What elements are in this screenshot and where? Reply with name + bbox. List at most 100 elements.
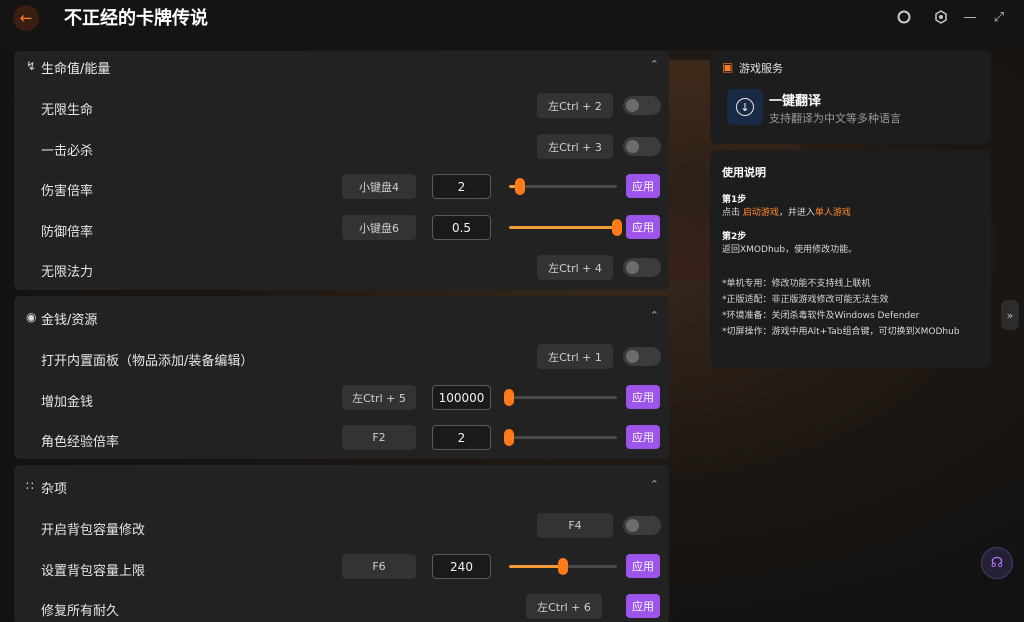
hotkey-button[interactable]: F4 xyxy=(537,513,613,538)
apply-button[interactable]: 应用 xyxy=(626,215,660,239)
row-label: 无限法力 xyxy=(41,265,94,280)
maximize-icon[interactable]: ⤢ xyxy=(991,9,1007,25)
step2-title: 第2步 xyxy=(722,232,747,242)
toggle-switch[interactable] xyxy=(623,516,661,535)
service-title: 游戏服务 xyxy=(739,62,783,75)
row-infinite-mana: 无限法力 左Ctrl + 4 xyxy=(14,250,669,290)
translate-button[interactable]: ↓ xyxy=(727,89,763,125)
slider-thumb[interactable] xyxy=(514,178,525,195)
arrow-left-icon: ← xyxy=(19,9,33,27)
step1-prefix: 点击 xyxy=(722,208,743,218)
chevron-up-icon[interactable]: ⌃ xyxy=(650,58,659,71)
row-label: 开启背包容量修改 xyxy=(41,523,146,538)
value-slider[interactable] xyxy=(509,558,617,575)
toggle-switch[interactable] xyxy=(623,137,661,156)
section-money: ◉ 金钱/资源 ⌃ 打开内置面板（物品添加/装备编辑） 左Ctrl + 1 增加… xyxy=(14,296,669,459)
row-label: 一击必杀 xyxy=(41,144,94,159)
apply-button[interactable]: 应用 xyxy=(626,554,660,578)
slider-thumb[interactable] xyxy=(558,558,568,575)
row-add-money: 增加金钱 左Ctrl + 5 100000 应用 xyxy=(14,380,669,420)
row-one-hit-kill: 一击必杀 左Ctrl + 3 xyxy=(14,129,669,169)
chevron-right-icon: » xyxy=(1006,308,1014,322)
value-slider[interactable] xyxy=(504,429,617,446)
apply-button[interactable]: 应用 xyxy=(626,174,660,198)
note-item: *切屏操作：游戏中用Alt+Tab组合键，可切换到XMODhub xyxy=(722,327,960,337)
hotkey-button[interactable]: 小键盘4 xyxy=(342,174,416,199)
note-item: *单机专用：修改功能不支持线上联机 xyxy=(722,279,871,289)
apply-button[interactable]: 应用 xyxy=(626,425,660,449)
support-button[interactable]: ☊ xyxy=(981,547,1013,579)
translate-title[interactable]: 一键翻译 xyxy=(769,90,821,109)
chevron-up-icon[interactable]: ⌃ xyxy=(650,478,659,491)
launch-game-link[interactable]: 启动游戏 xyxy=(743,208,779,218)
section-header[interactable]: ↯ 生命值/能量 ⌃ xyxy=(14,51,669,81)
game-service-card: ▣ 游戏服务 ↓ 一键翻译 支持翻译为中文等多种语言 xyxy=(710,50,991,144)
row-defense-multiplier: 防御倍率 小键盘6 0.5 应用 xyxy=(14,210,669,250)
hotkey-button[interactable]: F6 xyxy=(342,554,416,579)
row-label: 伤害倍率 xyxy=(41,184,94,199)
expand-panel-button[interactable]: » xyxy=(1001,300,1019,330)
step1-text: 点击 启动游戏，并进入单人游戏 xyxy=(722,205,851,218)
apply-button[interactable]: 应用 xyxy=(626,385,660,409)
toggle-switch[interactable] xyxy=(623,96,661,115)
row-exp-multiplier: 角色经验倍率 F2 2 应用 xyxy=(14,420,669,460)
hotkey-button[interactable]: 左Ctrl + 6 xyxy=(526,594,602,619)
note-item: *环境准备：关闭杀毒软件及Windows Defender xyxy=(722,311,920,321)
row-label: 设置背包容量上限 xyxy=(41,564,146,579)
minimize-icon[interactable]: — xyxy=(962,9,978,25)
back-button[interactable]: ← xyxy=(13,5,39,31)
translate-subtitle: 支持翻译为中文等多种语言 xyxy=(769,112,901,125)
toggle-switch[interactable] xyxy=(623,347,661,366)
section-health: ↯ 生命值/能量 ⌃ 无限生命 左Ctrl + 2 一击必杀 左Ctrl + 3… xyxy=(14,51,669,290)
settings-icon[interactable] xyxy=(933,9,949,25)
hotkey-button[interactable]: 左Ctrl + 1 xyxy=(537,344,613,369)
value-input[interactable]: 240 xyxy=(432,554,491,579)
chevron-up-icon[interactable]: ⌃ xyxy=(650,309,659,322)
row-backpack-toggle: 开启背包容量修改 F4 xyxy=(14,508,669,548)
value-input[interactable]: 100000 xyxy=(432,385,491,410)
apply-button[interactable]: 应用 xyxy=(626,594,660,618)
app-window: ← 不正经的卡牌传说 — ⤢ ↯ 生命值/能量 ⌃ 无限生命 左Ctrl + 2… xyxy=(0,0,1024,622)
row-label: 角色经验倍率 xyxy=(41,435,120,450)
note-item: *正版适配：非正版游戏修改可能无法生效 xyxy=(722,295,889,305)
hotkey-button[interactable]: 小键盘6 xyxy=(342,215,416,240)
hotkey-button[interactable]: 左Ctrl + 4 xyxy=(537,255,613,280)
value-input[interactable]: 2 xyxy=(432,174,491,199)
hotkey-button[interactable]: 左Ctrl + 2 xyxy=(537,93,613,118)
lightning-icon: ↯ xyxy=(26,59,37,73)
step1-title: 第1步 xyxy=(722,195,747,205)
slider-thumb[interactable] xyxy=(504,389,514,406)
slider-thumb[interactable] xyxy=(504,429,514,446)
step1-middle: ，并进入 xyxy=(778,208,815,218)
row-label: 防御倍率 xyxy=(41,225,94,240)
row-label: 增加金钱 xyxy=(41,395,94,410)
row-label: 打开内置面板（物品添加/装备编辑） xyxy=(41,354,254,369)
value-slider[interactable] xyxy=(509,219,622,236)
help-title: 使用说明 xyxy=(722,166,766,179)
value-slider[interactable] xyxy=(504,389,617,406)
value-input[interactable]: 0.5 xyxy=(432,215,491,240)
value-slider[interactable] xyxy=(509,178,617,195)
headset-icon: ☊ xyxy=(990,555,1004,571)
row-damage-multiplier: 伤害倍率 小键盘4 2 应用 xyxy=(14,169,669,209)
section-header[interactable]: ∷ 杂项 ⌃ xyxy=(14,471,669,501)
row-infinite-health: 无限生命 左Ctrl + 2 xyxy=(14,88,669,128)
download-icon: ↓ xyxy=(736,98,754,116)
user-icon[interactable] xyxy=(896,9,912,25)
section-title: 杂项 xyxy=(41,482,68,497)
toggle-switch[interactable] xyxy=(623,258,661,277)
hotkey-button[interactable]: 左Ctrl + 3 xyxy=(537,134,613,159)
slider-fill xyxy=(509,565,563,568)
row-repair-durability: 修复所有耐久 左Ctrl + 6 应用 xyxy=(14,589,669,622)
slider-thumb[interactable] xyxy=(612,219,622,236)
usage-instructions-card: 使用说明 第1步 点击 启动游戏，并进入单人游戏 第2步 返回XMODhub，使… xyxy=(710,150,991,368)
page-title: 不正经的卡牌传说 xyxy=(64,8,208,29)
hotkey-button[interactable]: F2 xyxy=(342,425,416,450)
single-player-link[interactable]: 单人游戏 xyxy=(815,208,851,218)
row-open-panel: 打开内置面板（物品添加/装备编辑） 左Ctrl + 1 xyxy=(14,339,669,379)
section-header[interactable]: ◉ 金钱/资源 ⌃ xyxy=(14,302,669,332)
grid-icon: ∷ xyxy=(26,479,34,493)
hotkey-button[interactable]: 左Ctrl + 5 xyxy=(342,385,416,410)
value-input[interactable]: 2 xyxy=(432,425,491,450)
step2-text: 返回XMODhub，使用修改功能。 xyxy=(722,245,858,255)
